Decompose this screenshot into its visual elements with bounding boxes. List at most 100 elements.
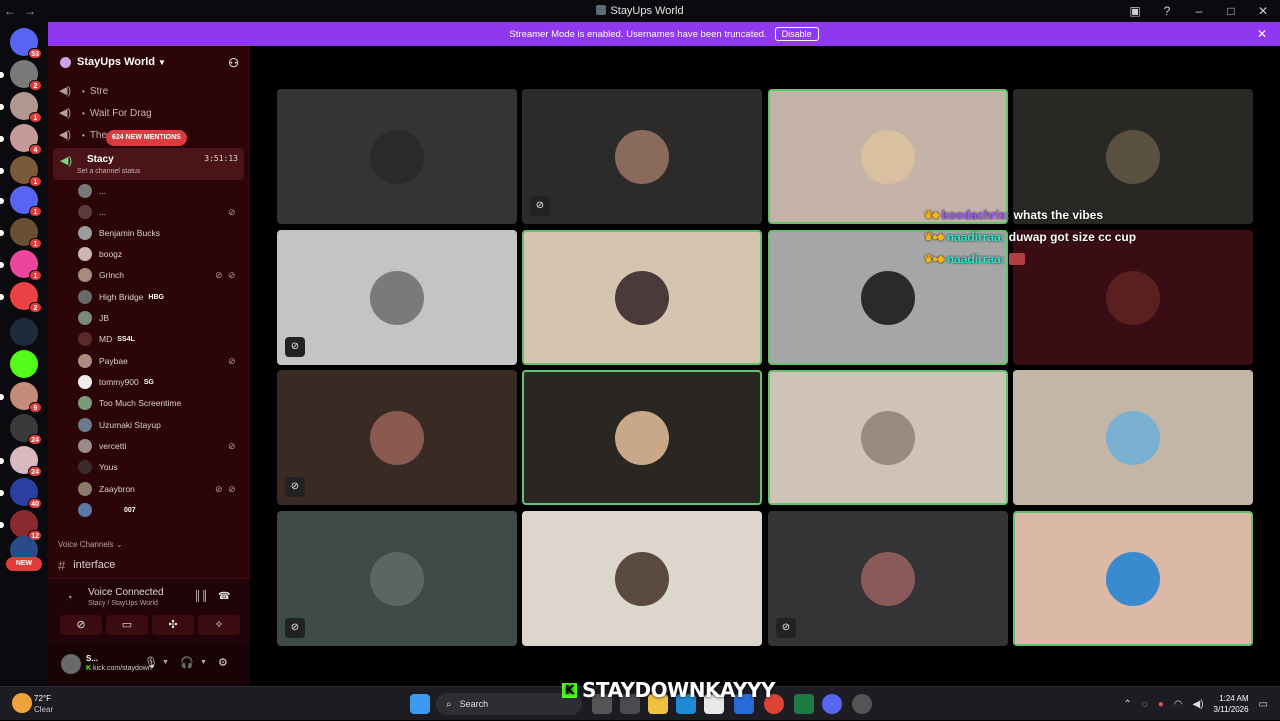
chevron-down-icon[interactable]: ▼: [200, 659, 207, 666]
chat-badges-icon: ♛◆: [924, 209, 940, 221]
new-mentions-pill[interactable]: 624 NEW MENTIONS: [106, 130, 187, 146]
headphones-icon[interactable]: 🎧: [180, 656, 194, 669]
screen-share-button[interactable]: ▭: [106, 615, 148, 635]
close-banner-icon[interactable]: ✕: [1257, 27, 1267, 41]
member-row[interactable]: High Bridge HBG: [78, 287, 244, 307]
camera-off-button[interactable]: ⊘: [60, 615, 102, 635]
volume-icon[interactable]: ◀): [1193, 699, 1204, 710]
avatar: [78, 311, 92, 325]
server-icon[interactable]: 9: [0, 382, 42, 413]
server-icon[interactable]: 40: [0, 478, 42, 509]
server-icon[interactable]: 2: [0, 282, 42, 313]
member-row[interactable]: Paybae ⊘: [78, 351, 244, 371]
server-icon[interactable]: 24: [10, 414, 42, 445]
voice-channels-category[interactable]: Voice Channels ⌄: [58, 540, 123, 549]
member-row[interactable]: boogz: [78, 244, 244, 264]
maximize-icon[interactable]: □: [1224, 4, 1238, 18]
server-icon[interactable]: 24: [0, 446, 42, 477]
server-icon[interactable]: 1: [0, 218, 42, 249]
avatar: [1106, 410, 1160, 465]
member-row[interactable]: JB: [78, 308, 244, 328]
participant-tile[interactable]: [522, 511, 762, 646]
participant-tile[interactable]: [768, 370, 1008, 505]
server-icon[interactable]: 1: [0, 186, 42, 217]
voice-channel-stacy[interactable]: ◀) Stacy 3:51:13 Set a channel status: [53, 148, 244, 180]
soundboard-button[interactable]: ✧: [198, 615, 240, 635]
tray-overflow-icon[interactable]: ⌃: [1123, 699, 1131, 710]
window-title: StayUps World: [0, 5, 1280, 17]
back-arrow-icon[interactable]: ←: [0, 4, 20, 18]
participant-tile[interactable]: ⊘: [277, 230, 517, 365]
start-menu-icon[interactable]: [410, 694, 430, 714]
set-channel-status[interactable]: Set a channel status: [77, 168, 140, 175]
activities-button[interactable]: ✣: [152, 615, 194, 635]
participant-tile[interactable]: [1013, 370, 1253, 505]
server-icon[interactable]: 1: [0, 156, 42, 187]
participant-tile[interactable]: [277, 89, 517, 224]
avatar: [78, 226, 92, 240]
participant-tile[interactable]: ⊘: [277, 511, 517, 646]
sheets-icon[interactable]: [794, 694, 814, 714]
text-channel-interface[interactable]: # interface: [58, 556, 115, 574]
obs-icon[interactable]: [852, 694, 872, 714]
avatar: [78, 184, 92, 198]
server-icon[interactable]: 1: [0, 92, 42, 123]
member-row[interactable]: vercetti ⊘: [78, 436, 244, 456]
participant-tile[interactable]: [522, 370, 762, 505]
server-icon[interactable]: 2: [0, 60, 42, 91]
kick-server-icon[interactable]: [10, 350, 38, 378]
guild-badge: 1: [29, 270, 42, 281]
disable-streamer-mode-button[interactable]: Disable: [774, 27, 819, 41]
discord-icon[interactable]: [822, 694, 842, 714]
voice-channel-stre[interactable]: ◀) • Stre: [56, 80, 244, 102]
clock[interactable]: 1:24 AM 3/11/2026: [1214, 693, 1249, 715]
microphone-icon[interactable]: 🎙: [144, 656, 158, 669]
invite-people-icon[interactable]: ⚇: [228, 56, 239, 70]
server-icon[interactable]: [10, 318, 38, 346]
signal-icon[interactable]: ◔: [66, 592, 73, 604]
weather-icon[interactable]: [12, 693, 32, 713]
voice-channel-wait-for-drag[interactable]: ◀) • Wait For Drag: [56, 102, 244, 124]
participant-tile[interactable]: ⊘: [768, 511, 1008, 646]
member-row[interactable]: Benjamin Bucks: [78, 223, 244, 243]
weather-condition: Clear: [34, 705, 54, 714]
network-icon[interactable]: ◌: [1142, 699, 1148, 710]
member-row[interactable]: Uzumaki Stayup: [78, 415, 244, 435]
new-server-pill[interactable]: NEW: [6, 557, 42, 571]
direct-messages-icon[interactable]: 53: [10, 28, 42, 59]
member-row[interactable]: Zaaybron ⊘ ⊘: [78, 479, 244, 499]
server-icon[interactable]: 1: [0, 250, 42, 281]
avatar[interactable]: [61, 654, 81, 674]
member-row[interactable]: ... ⊘: [78, 202, 244, 222]
server-icon[interactable]: 4: [0, 124, 42, 155]
member-row[interactable]: Too Much Screentime: [78, 393, 244, 413]
chat-badges-icon: ♛●◆: [924, 253, 945, 265]
member-row[interactable]: tommy900 SG: [78, 372, 244, 392]
member-row[interactable]: Grinch ⊘ ⊘: [78, 265, 244, 285]
member-row[interactable]: 007: [78, 500, 244, 520]
minimize-icon[interactable]: –: [1192, 4, 1206, 18]
disconnect-icon[interactable]: ☎: [218, 591, 230, 602]
member-row[interactable]: Yous: [78, 457, 244, 477]
participant-tile[interactable]: ⊘: [277, 370, 517, 505]
microphone-icon[interactable]: ●: [1158, 699, 1164, 710]
server-header[interactable]: StayUps World ▼ ⚇: [48, 46, 249, 78]
member-row[interactable]: ...: [78, 181, 244, 201]
help-icon[interactable]: ?: [1160, 4, 1174, 18]
inbox-icon[interactable]: ▣: [1128, 4, 1142, 18]
participant-tile[interactable]: ⊘: [522, 89, 762, 224]
wifi-icon[interactable]: ◠: [1174, 699, 1183, 710]
participant-tile[interactable]: [522, 230, 762, 365]
close-window-icon[interactable]: ✕: [1256, 4, 1270, 18]
server-icon[interactable]: 12: [0, 510, 42, 541]
noise-suppression-icon[interactable]: ║║: [194, 591, 208, 602]
member-row[interactable]: MD SS4L: [78, 329, 244, 349]
avatar: [370, 410, 424, 465]
notifications-icon[interactable]: ▭: [1259, 699, 1268, 710]
voice-connected-location[interactable]: Stacy / StayUps World: [88, 600, 158, 607]
chevron-down-icon[interactable]: ▼: [162, 659, 169, 666]
settings-gear-icon[interactable]: ⚙: [218, 656, 228, 669]
participant-tile[interactable]: [1013, 511, 1253, 646]
taskbar-search[interactable]: ⌕ Search: [436, 693, 582, 715]
forward-arrow-icon[interactable]: →: [20, 4, 40, 18]
